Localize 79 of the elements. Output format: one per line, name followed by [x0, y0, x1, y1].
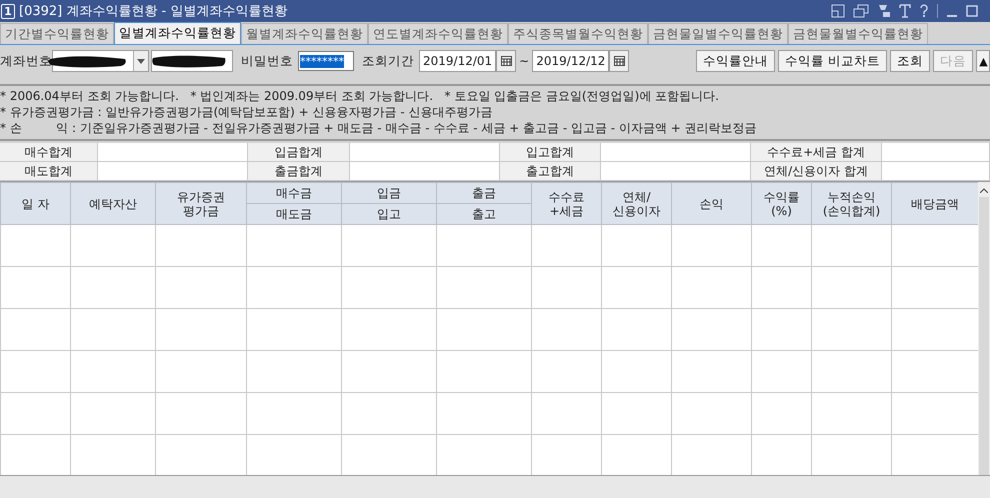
table-cell [0, 434, 70, 475]
calendar-icon[interactable] [496, 50, 516, 72]
cascade-windows-icon[interactable] [853, 4, 869, 18]
tab[interactable]: 월별계좌수익률현황 [241, 23, 368, 44]
summary-label: 입고합계 [500, 143, 601, 161]
column-header: 유가증권 평가금 [156, 182, 246, 224]
restore-layout-icon[interactable] [831, 4, 845, 18]
help-icon[interactable] [919, 4, 929, 18]
action-button[interactable]: 조회 [890, 50, 930, 72]
summary-label: 출고합계 [500, 162, 601, 180]
tab[interactable]: 주식종목별월수익현황 [508, 23, 648, 44]
password-field[interactable]: ******** [298, 51, 354, 71]
tab[interactable]: 금현물월별수익률현황 [788, 23, 928, 44]
collapse-button[interactable]: ▲ [976, 50, 990, 72]
summary-label: 매도합계 [0, 162, 98, 180]
column-header: 매수금 [246, 182, 342, 204]
table-cell [532, 308, 602, 350]
summary-label: 출금합계 [248, 162, 350, 180]
action-button[interactable]: 수익률안내 [696, 50, 776, 72]
column-header: 출고 [436, 204, 532, 224]
column-header: 입고 [342, 204, 436, 224]
account-label: 계좌번호 [0, 52, 52, 70]
column-header: 손익 [672, 182, 752, 224]
tab[interactable]: 금현물일별수익률현황 [648, 23, 788, 44]
tab[interactable]: 기간별수익률현황 [0, 23, 114, 44]
note-text: * 2006.04부터 조회 가능합니다. * 법인계좌는 2009.09부터 조회 가능합니다. * 토요일 입출금은 금요일(전영업일)에 포함됩니다. [0, 88, 720, 104]
table-cell [752, 266, 812, 308]
table-cell [602, 350, 672, 392]
summary-label: 연체/신용이자 합계 [751, 162, 882, 180]
column-header: 수익률 (%) [752, 182, 812, 224]
column-header: 연체/ 신용이자 [602, 182, 672, 224]
tab[interactable]: 일별계좌수익률현황 [114, 22, 241, 44]
table-cell [0, 392, 70, 434]
column-header: 배당금액 [892, 182, 978, 224]
table-cell [752, 308, 812, 350]
pin-lock-icon[interactable] [877, 4, 891, 18]
table-cell [532, 392, 602, 434]
table-cell [0, 350, 70, 392]
calendar-icon[interactable] [609, 50, 630, 72]
table-cell [602, 224, 672, 266]
table-cell [752, 434, 812, 475]
maximize-icon[interactable] [966, 4, 978, 18]
column-header: 출금 [436, 182, 532, 204]
table-cell [602, 434, 672, 475]
vertical-scrollbar[interactable] [978, 182, 990, 475]
note-text: * 유가증권평가금 : 일반유가증권평가금(예탁담보포함) + 신용융자평가금 - 신용대주평가금 [0, 104, 494, 120]
column-header: 입금 [342, 182, 436, 204]
table-cell [532, 434, 602, 475]
table-cell [752, 350, 812, 392]
table-cell [752, 392, 812, 434]
summary-label: 입금합계 [248, 143, 350, 161]
column-header: 수수료 +세금 [532, 182, 602, 224]
summary-label: 매수합계 [0, 143, 98, 161]
range-separator: ~ [519, 54, 530, 68]
period-label: 조회기간 [362, 52, 414, 70]
table-cell [0, 308, 70, 350]
column-header: 누적손익 (손익합계) [812, 182, 892, 224]
window-number-badge: 1 [1, 4, 15, 18]
tab[interactable]: 연도별계좌수익률현황 [368, 23, 508, 44]
column-header: 예탁자산 [70, 182, 156, 224]
table-cell [0, 224, 70, 266]
password-label: 비밀번호 [241, 52, 293, 70]
table-cell [532, 350, 602, 392]
column-header: 일 자 [0, 182, 70, 224]
table-cell [532, 266, 602, 308]
table-cell [0, 266, 70, 308]
font-size-icon[interactable] [899, 4, 911, 18]
window-title: [0392] 계좌수익률현황 - 일별계좌수익률현황 [19, 3, 288, 20]
note-text: * 손 익 : 기준일유가증권평가금 - 전일유가증권평가금 + 매도금 - 매수금 - 수수료 - 세금 + 출고금 - 입고금 - 이자금액 + 권리락보정금 [0, 120, 758, 136]
table-cell [602, 308, 672, 350]
table-cell [752, 224, 812, 266]
column-header: 매도금 [246, 204, 342, 224]
summary-label: 수수료+세금 합계 [751, 143, 882, 161]
action-button[interactable]: 수익률 비교차트 [778, 50, 887, 72]
table-cell [602, 266, 672, 308]
end-date-field[interactable]: 2019/12/12 [532, 50, 610, 72]
table-cell [602, 392, 672, 434]
start-date-field[interactable]: 2019/12/01 [419, 50, 496, 72]
table-cell [532, 224, 602, 266]
